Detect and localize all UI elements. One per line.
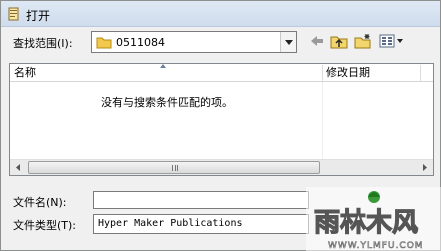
column-modified-date[interactable]: 修改日期	[322, 64, 417, 82]
lookin-label: 查找范围(I):	[13, 37, 73, 50]
chevron-down-icon[interactable]	[280, 32, 296, 52]
svg-text:雨林木风: 雨林木风	[314, 208, 418, 238]
scroll-left-icon	[16, 164, 20, 171]
scroll-thumb[interactable]	[28, 161, 320, 174]
title-bar: 打开	[1, 1, 440, 27]
new-folder-button[interactable]	[353, 32, 373, 52]
up-folder-icon	[330, 33, 348, 52]
new-folder-icon	[354, 33, 372, 52]
lookin-value: 0511084	[116, 36, 165, 49]
filename-input[interactable]	[93, 191, 309, 209]
scroll-right-icon	[423, 164, 427, 171]
list-header: 名称 修改日期	[10, 64, 433, 82]
column-divider[interactable]	[420, 65, 421, 81]
svg-text:WWW.YLMFU.COM: WWW.YLMFU.COM	[328, 241, 424, 251]
back-button[interactable]	[307, 32, 327, 52]
window-title: 打开	[26, 9, 51, 23]
back-arrow-icon	[310, 35, 324, 50]
filename-label: 文件名(N):	[13, 196, 67, 209]
app-icon	[7, 7, 21, 21]
view-grid-icon	[379, 34, 405, 51]
filetype-value: Hyper Maker Publications	[98, 218, 243, 229]
filetype-label: 文件类型(T):	[13, 219, 77, 232]
folder-icon	[96, 35, 112, 52]
empty-message: 没有与搜索条件匹配的项。	[101, 96, 233, 109]
grip-icon	[172, 165, 178, 171]
horizontal-scrollbar[interactable]	[10, 159, 433, 175]
scroll-right-button[interactable]	[417, 160, 433, 175]
filetype-select[interactable]: Hyper Maker Publications	[93, 214, 309, 234]
sort-ascending-icon	[160, 64, 166, 68]
up-folder-button[interactable]	[329, 32, 349, 52]
view-menu-button[interactable]	[377, 32, 407, 52]
open-dialog: 打开 查找范围(I): 0511084 名称 修改日期 没有与搜索条件匹配的项。…	[0, 0, 441, 251]
scroll-left-button[interactable]	[10, 160, 26, 175]
file-list[interactable]: 名称 修改日期 没有与搜索条件匹配的项。	[9, 63, 434, 176]
column-name[interactable]: 名称	[10, 64, 322, 82]
column-line	[322, 82, 323, 161]
lookin-combo[interactable]: 0511084	[91, 31, 297, 53]
watermark-logo: 雨林木风 WWW.YLMFU.COM	[306, 187, 441, 251]
